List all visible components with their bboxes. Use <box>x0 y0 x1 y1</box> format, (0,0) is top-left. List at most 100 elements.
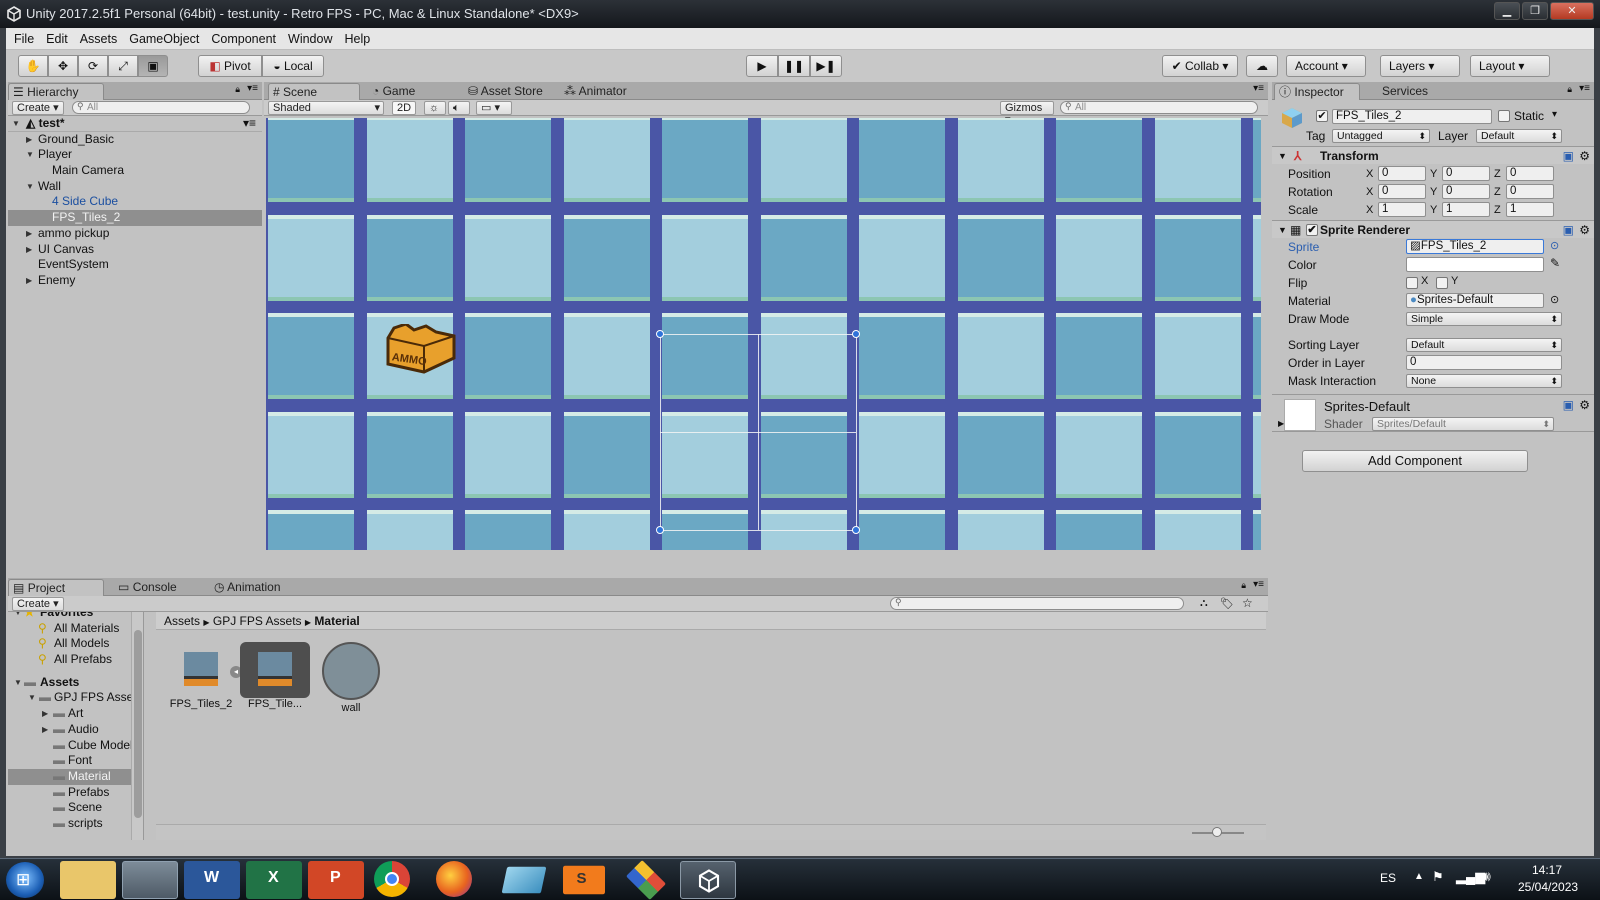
show-hidden-icons-icon[interactable]: ▲ <box>1414 871 1424 882</box>
breadcrumb-material[interactable]: Material <box>314 614 359 628</box>
menu-window[interactable]: Window <box>282 28 338 50</box>
maximize-button[interactable]: ❐ <box>1522 2 1548 20</box>
help-book-icon[interactable]: ▣ <box>1563 147 1574 165</box>
cloud-button[interactable]: ☁ <box>1246 55 1278 77</box>
rect-resize-handle[interactable] <box>852 330 860 338</box>
action-center-flag-icon[interactable]: ⚑ <box>1432 869 1444 885</box>
ammo-crate-sprite[interactable]: AMMO <box>384 322 460 374</box>
static-dropdown-icon[interactable]: ▾ <box>1552 109 1557 120</box>
unity-taskbar-icon[interactable] <box>680 861 736 899</box>
clock-time[interactable]: 14:17 <box>1532 863 1562 877</box>
word-taskbar-icon[interactable]: W <box>184 861 240 899</box>
effects-dropdown[interactable]: ▭ ▾ <box>476 101 512 115</box>
tag-dropdown[interactable]: Untagged <box>1332 129 1430 143</box>
layers-dropdown[interactable]: Layers ▾ <box>1380 55 1460 77</box>
hand-tool-button[interactable]: ✋ <box>18 55 48 77</box>
language-indicator[interactable]: ES <box>1380 871 1396 885</box>
scale-tool-button[interactable]: ⤢ <box>108 55 138 77</box>
tab-animator[interactable]: ⁂ Animator <box>560 83 650 100</box>
audio-toggle[interactable]: 🔈︎ <box>448 101 470 115</box>
layout-dropdown[interactable]: Layout ▾ <box>1470 55 1550 77</box>
mask-interaction-dropdown[interactable]: None <box>1406 374 1562 388</box>
project-folder-item[interactable]: ▶ ▬ Audio <box>8 722 143 738</box>
account-dropdown[interactable]: Account ▾ <box>1286 55 1366 77</box>
project-folder-item[interactable]: ▬ scripts <box>8 816 143 832</box>
color-swatch[interactable] <box>1406 257 1544 272</box>
transform-scale-x-input[interactable]: 1 <box>1378 202 1426 217</box>
hierarchy-item[interactable]: ▶ UI Canvas <box>8 242 262 258</box>
explorer-taskbar-icon[interactable] <box>60 861 116 899</box>
play-button[interactable]: ▶ <box>746 55 778 77</box>
lighting-toggle[interactable]: ☼ <box>424 101 446 115</box>
sprite-renderer-enabled-checkbox[interactable]: ✔ <box>1306 224 1318 236</box>
minimize-button[interactable]: ▁ <box>1494 2 1520 20</box>
eyedropper-icon[interactable]: ✎ <box>1550 256 1560 270</box>
hierarchy-item[interactable]: EventSystem <box>8 257 262 273</box>
drawmode-dropdown[interactable]: Simple <box>1406 312 1562 326</box>
order-in-layer-input[interactable]: 0 <box>1406 355 1562 370</box>
scene-viewport[interactable]: AMMO <box>266 118 1261 550</box>
favorite-item[interactable]: ⚲ All Materials <box>8 621 143 637</box>
foldout-arrow-icon[interactable]: ▼ <box>26 179 36 195</box>
rect-resize-handle[interactable] <box>656 526 664 534</box>
filter-type-icon[interactable]: ⛬ <box>1200 597 1208 610</box>
menu-component[interactable]: Component <box>205 28 282 50</box>
sublime-taskbar-icon[interactable]: S <box>563 865 605 895</box>
project-folder-item[interactable]: ▬ Prefabs <box>8 785 143 801</box>
volume-icon[interactable]: 🔊︎ <box>1482 868 1491 885</box>
sorting-layer-dropdown[interactable]: Default <box>1406 338 1562 352</box>
clock-date[interactable]: 25/04/2023 <box>1518 880 1578 894</box>
project-tree-scrollbar[interactable] <box>131 612 143 840</box>
tab-asset-store[interactable]: ⛁ Asset Store <box>464 83 554 100</box>
panel-menu-icon[interactable]: ▾≡ <box>1253 579 1264 590</box>
step-button[interactable]: ▶❚ <box>810 55 842 77</box>
tab-scene[interactable]: # Scene <box>268 83 360 100</box>
pivot-toggle[interactable]: ◧ Pivot <box>198 55 262 77</box>
tab-hierarchy[interactable]: ☰ Hierarchy <box>8 83 104 100</box>
foldout-arrow-icon[interactable]: ▶ <box>42 722 52 738</box>
close-button[interactable]: ✕ <box>1550 2 1594 20</box>
lock-icon[interactable]: 🔒︎ <box>1241 580 1246 591</box>
transform-rotation-x-input[interactable]: 0 <box>1378 184 1426 199</box>
hierarchy-item[interactable]: ▶ ammo pickup <box>8 226 262 242</box>
project-folder-item[interactable]: ▬ Scene <box>8 800 143 816</box>
favorites-header[interactable]: ▼ ★ Favorites <box>8 612 143 621</box>
slider-handle[interactable] <box>1212 827 1222 837</box>
project-folder-item[interactable]: ▬ Material <box>8 768 143 785</box>
project-folder-item[interactable]: ▬ Cube Model <box>8 738 143 754</box>
asset-item[interactable]: FPS_Tile... <box>240 642 310 710</box>
hierarchy-item[interactable]: FPS_Tiles_2 <box>8 210 262 226</box>
gear-icon[interactable]: ⚙ <box>1579 398 1590 412</box>
rect-resize-handle[interactable] <box>852 526 860 534</box>
breadcrumb-assets[interactable]: Assets <box>164 614 200 628</box>
object-picker-icon[interactable]: ⊙ <box>1550 293 1559 306</box>
foldout-arrow-icon[interactable]: ▶ <box>26 273 36 289</box>
menu-assets[interactable]: Assets <box>74 28 124 50</box>
app-taskbar-icon[interactable] <box>501 866 547 894</box>
pause-button[interactable]: ❚❚ <box>778 55 810 77</box>
project-create-button[interactable]: Create ▾ <box>12 597 64 611</box>
tab-services[interactable]: Services <box>1378 83 1450 100</box>
foldout-arrow-icon[interactable]: ▼ <box>28 690 38 706</box>
hierarchy-item[interactable]: Main Camera <box>8 163 262 179</box>
move-tool-button[interactable]: ✥ <box>48 55 78 77</box>
help-book-icon[interactable]: ▣ <box>1563 398 1574 412</box>
foldout-arrow-icon[interactable]: ▶ <box>42 706 52 722</box>
hierarchy-item[interactable]: 4 Side Cube <box>8 194 262 210</box>
tab-console[interactable]: ▭ Console <box>114 579 194 596</box>
gizmos-dropdown[interactable]: Gizmos ▾ <box>1000 101 1054 126</box>
transform-scale-y-input[interactable]: 1 <box>1442 202 1490 217</box>
star-icon[interactable]: ☆ <box>1242 596 1253 610</box>
transform-header[interactable]: ▼ ⅄ Transform ▣ ⚙ <box>1272 146 1594 164</box>
breadcrumb-gpj-fps-assets[interactable]: GPJ FPS Assets <box>213 614 302 628</box>
favorite-item[interactable]: ⚲ All Prefabs <box>8 652 143 668</box>
hierarchy-item[interactable]: ▶ Ground_Basic <box>8 132 262 148</box>
foldout-arrow-icon[interactable]: ▼ <box>26 147 36 163</box>
assets-root-header[interactable]: ▼ ▬ Assets <box>8 675 143 691</box>
transform-scale-z-input[interactable]: 1 <box>1506 202 1554 217</box>
chrome-taskbar-icon[interactable] <box>374 861 410 897</box>
network-signal-icon[interactable]: ▂▄▆ <box>1456 869 1485 885</box>
project-folder-item[interactable]: ▼ ▬ GPJ FPS Assets <box>8 690 143 706</box>
gitkraken-taskbar-icon[interactable] <box>626 860 666 900</box>
active-checkbox[interactable]: ✔ <box>1316 110 1328 122</box>
